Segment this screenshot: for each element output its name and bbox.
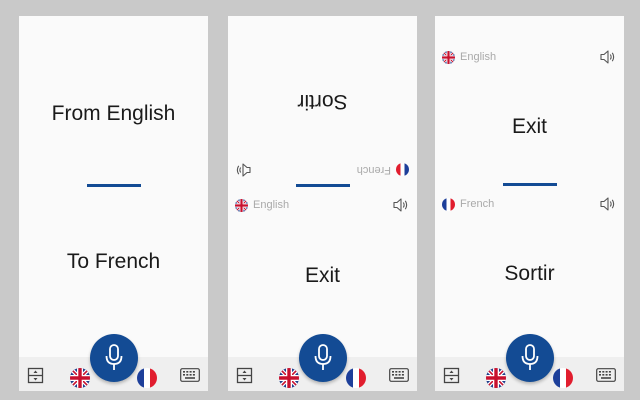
speaker-icon[interactable] bbox=[235, 163, 251, 177]
france-flag-icon[interactable] bbox=[346, 368, 366, 388]
user-language-label: English bbox=[253, 199, 290, 211]
split-divider bbox=[86, 184, 141, 187]
keyboard-icon[interactable] bbox=[180, 368, 200, 382]
partner-translation-text: Sortir bbox=[297, 90, 348, 113]
speaker-icon[interactable] bbox=[600, 197, 616, 211]
start-screen: From English To French bbox=[19, 16, 208, 391]
france-flag-icon[interactable] bbox=[553, 368, 573, 388]
microphone-icon bbox=[314, 344, 331, 370]
target-language-label: French bbox=[460, 198, 495, 210]
uk-flag-icon[interactable] bbox=[279, 368, 299, 388]
partner-language-label: French bbox=[356, 164, 391, 176]
keyboard-icon[interactable] bbox=[596, 368, 616, 382]
translated-text: Sortir bbox=[504, 262, 555, 285]
swap-layout-icon[interactable] bbox=[443, 367, 460, 384]
partner-language-row: French bbox=[235, 162, 409, 178]
uk-flag-icon[interactable] bbox=[70, 368, 90, 388]
microphone-button[interactable] bbox=[298, 334, 347, 382]
france-flag-icon bbox=[396, 163, 409, 177]
microphone-button[interactable] bbox=[89, 334, 138, 382]
speaker-icon[interactable] bbox=[600, 50, 616, 64]
france-flag-icon bbox=[442, 197, 455, 211]
swap-layout-icon[interactable] bbox=[27, 367, 44, 384]
uk-flag-icon[interactable] bbox=[486, 368, 506, 388]
keyboard-icon[interactable] bbox=[389, 368, 409, 382]
split-divider bbox=[295, 184, 350, 187]
source-language-heading: From English bbox=[51, 102, 176, 125]
uk-flag-icon bbox=[442, 50, 455, 64]
source-language-label: English bbox=[460, 51, 497, 63]
target-language-row: French bbox=[442, 196, 616, 212]
speaker-icon[interactable] bbox=[393, 198, 409, 212]
swap-layout-icon[interactable] bbox=[236, 367, 253, 384]
microphone-icon bbox=[105, 344, 122, 370]
conversation-screen-stacked: English Exit French Sortir bbox=[435, 16, 624, 391]
conversation-screen-facing: Sortir French English Exit bbox=[228, 16, 417, 391]
microphone-icon bbox=[521, 344, 538, 370]
france-flag-icon[interactable] bbox=[137, 368, 157, 388]
user-spoken-text: Exit bbox=[304, 264, 340, 287]
user-language-row: English bbox=[235, 197, 409, 213]
source-language-row: English bbox=[442, 49, 616, 65]
split-divider bbox=[502, 183, 557, 186]
target-language-heading: To French bbox=[66, 250, 161, 273]
source-text: Exit bbox=[511, 115, 547, 138]
uk-flag-icon bbox=[235, 198, 248, 212]
microphone-button[interactable] bbox=[505, 334, 554, 382]
